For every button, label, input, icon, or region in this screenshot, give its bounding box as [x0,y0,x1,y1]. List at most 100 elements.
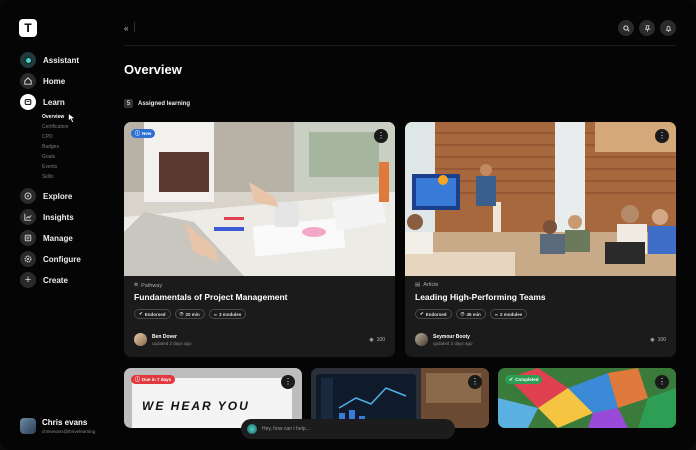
content-type-label: Article [423,282,439,288]
endorsed-chip: ✔ Endorsed [415,309,452,319]
due-badge: ⓘ Due in 7 days [131,375,176,384]
modules-chip: ∞ 3 modules [208,309,247,319]
tag-label: Due in 7 days [142,377,172,382]
more-options-button[interactable]: ⋮ [468,375,482,389]
subnav-goals[interactable]: Goals [42,154,55,160]
learning-card[interactable]: ⓘ New ⋮ ⛕ Pathway Fundamentals of Projec… [124,122,395,357]
article-icon: ▤ [415,282,421,288]
user-profile[interactable]: Chris evans chrisevans@thrivelearning [20,418,95,434]
plus-icon: + [20,272,36,288]
card-image-leading-teams [405,122,676,276]
view-count: ◉ 100 [650,337,666,343]
pin-button[interactable] [639,20,655,36]
sidebar-item-learn[interactable]: Learn [20,94,65,110]
sidebar-item-home[interactable]: Home [20,73,65,89]
subnav-events[interactable]: Events [42,164,57,170]
author-avatar [134,333,147,346]
author-updated: updated 2 days ago [433,340,473,346]
page-title: Overview [124,62,182,77]
subnav-cpd[interactable]: CPD [42,134,53,140]
more-options-button[interactable]: ⋮ [281,375,295,389]
tag-label: Completed [515,377,539,382]
assigned-label: Assigned learning [138,100,191,107]
duration-chip: ◷ 20 min [174,309,205,319]
manage-icon [20,230,36,246]
gear-icon [20,251,36,267]
chip-label: 3 modules [218,311,242,317]
poster-text: WE HEAR YOU [142,399,250,413]
sidebar-item-label: Configure [43,254,81,264]
learning-card[interactable]: ✔ Completed ⋮ [498,368,676,428]
alert-icon: ⓘ [135,377,141,383]
card-chips: ✔ Endorsed ◷ 20 min ∞ 3 modules [134,309,247,319]
learn-icon [20,94,36,110]
more-options-button[interactable]: ⋮ [655,129,669,143]
card-title[interactable]: Fundamentals of Project Management [134,292,288,302]
chip-label: 45 min [466,311,481,317]
chip-label: Endorsed [425,311,447,317]
sidebar-item-create[interactable]: + Create [20,272,68,288]
author-name: Seymour Booty [433,333,470,340]
duration-chip: ◷ 45 min [455,309,486,319]
header-divider [124,45,676,46]
author-name: Ben Dover [152,333,178,340]
subnav-skills[interactable]: Skills [42,174,54,180]
compass-icon [20,188,36,204]
user-email: chrisevans@thrivelearning [42,429,96,434]
card-author: Ben Dover updated 2 days ago [134,333,192,346]
chip-label: 20 min [185,311,200,317]
check-badge-icon: ✔ [420,311,424,316]
check-icon: ✔ [509,376,514,383]
info-icon: ⓘ [135,131,141,137]
eye-icon: ◉ [650,337,655,343]
view-count-label: 100 [376,337,385,343]
sidebar-item-label: Manage [43,233,73,243]
notifications-button[interactable] [660,20,676,36]
card-image-project-management [124,122,395,276]
card-title[interactable]: Leading High-Performing Teams [415,292,546,302]
sidebar-item-label: Explore [43,191,73,201]
endorsed-chip: ✔ Endorsed [134,309,171,319]
avatar [20,418,36,434]
content-type-label: Pathway [141,282,163,289]
modules-chip: ∞ 2 modules [489,309,528,319]
pathway-icon: ⛕ [134,282,139,288]
assistant-orb-icon [20,52,36,68]
content-type: ⛕ Pathway [134,282,162,289]
sidebar-item-explore[interactable]: Explore [20,188,72,204]
link-icon: ∞ [213,311,217,317]
card-author: Seymour Booty updated 2 days ago [415,333,473,346]
sidebar-item-label: Assistant [43,55,80,65]
more-options-button[interactable]: ⋮ [374,129,388,143]
subnav-certification[interactable]: Certification [42,124,68,130]
assigned-count-badge: 5 [124,99,133,108]
sidebar-item-insights[interactable]: Insights [20,209,74,225]
sidebar-item-label: Home [43,76,66,86]
user-name: Chris evans [42,418,88,427]
learning-card[interactable]: ⋮ ▤ Article Leading High-Performing Team… [405,122,676,357]
sidebar-item-label: Create [43,275,68,285]
chip-label: 2 modules [499,311,523,317]
assistant-chat-input[interactable]: Hey, how can I help... [241,419,455,439]
subnav-badges[interactable]: Badges [42,144,59,150]
assistant-orb-icon [247,424,257,434]
link-icon: ∞ [494,311,498,317]
timer-icon: ◷ [460,311,465,316]
app-logo[interactable]: T [19,19,37,37]
collapse-sidebar-button[interactable]: « [124,24,128,33]
sidebar-item-manage[interactable]: Manage [20,230,73,246]
pin-icon [643,24,651,32]
content-type: ▤ Article [415,282,438,288]
search-button[interactable] [618,20,634,36]
eye-icon: ◉ [369,337,374,343]
sidebar: T Assistant Home Learn Overview Certific… [0,0,118,450]
subnav-overview[interactable]: Overview [42,114,64,120]
view-count-label: 100 [657,337,666,343]
author-updated: updated 2 days ago [152,340,192,346]
more-options-button[interactable]: ⋮ [655,375,669,389]
sidebar-item-configure[interactable]: Configure [20,251,81,267]
mouse-cursor-icon [68,113,76,123]
app-frame: T Assistant Home Learn Overview Certific… [0,0,696,450]
completed-badge: ✔ Completed [505,375,543,384]
sidebar-item-assistant[interactable]: Assistant [20,52,79,68]
